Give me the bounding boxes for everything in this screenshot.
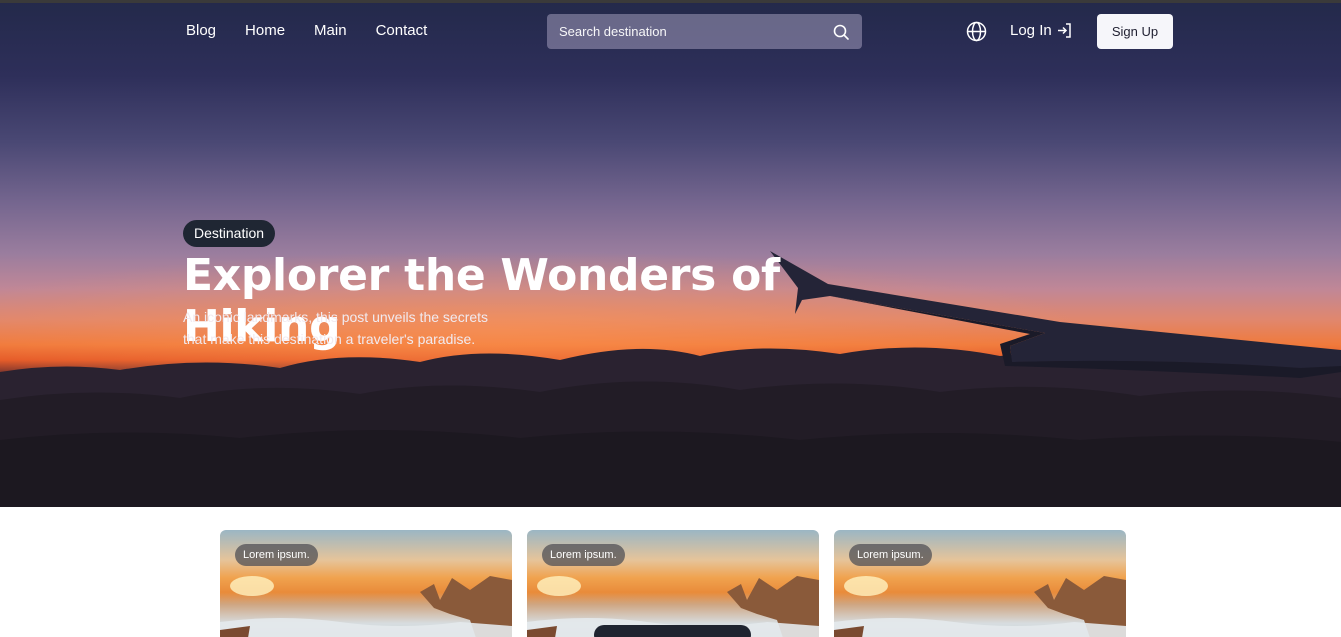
card-badge: Lorem ipsum. xyxy=(235,544,318,566)
window-top-border xyxy=(0,0,1341,3)
nav-link-blog[interactable]: Blog xyxy=(186,22,216,39)
globe-icon[interactable] xyxy=(966,21,987,42)
hero-description-line2: that make this destination a traveler's … xyxy=(183,331,476,347)
nav-link-main[interactable]: Main xyxy=(314,22,347,39)
category-tag[interactable]: Destination xyxy=(183,220,276,247)
destination-card[interactable]: Lorem ipsum. xyxy=(527,530,819,637)
destination-card[interactable]: Lorem ipsum. xyxy=(834,530,1126,637)
hero-description-line1: An iconic landmarks, this post unveils t… xyxy=(183,309,489,325)
login-label: Log In xyxy=(1010,22,1052,39)
search-bar xyxy=(547,14,862,49)
main-nav: Blog Home Main Contact xyxy=(186,22,427,39)
search-input[interactable] xyxy=(559,24,832,39)
destination-card[interactable]: Lorem ipsum. xyxy=(220,530,512,637)
signup-button[interactable]: Sign Up xyxy=(1097,14,1173,49)
hero-banner: Blog Home Main Contact Log In Sign Up De… xyxy=(0,0,1341,507)
login-link[interactable]: Log In xyxy=(1010,22,1073,39)
nav-link-contact[interactable]: Contact xyxy=(376,22,428,39)
nav-link-home[interactable]: Home xyxy=(245,22,285,39)
login-arrow-icon xyxy=(1057,23,1071,38)
card-badge: Lorem ipsum. xyxy=(849,544,932,566)
floating-toolbar[interactable] xyxy=(594,625,751,637)
card-badge: Lorem ipsum. xyxy=(542,544,625,566)
search-icon[interactable] xyxy=(832,23,850,41)
hero-description: An iconic landmarks, this post unveils t… xyxy=(183,306,543,350)
